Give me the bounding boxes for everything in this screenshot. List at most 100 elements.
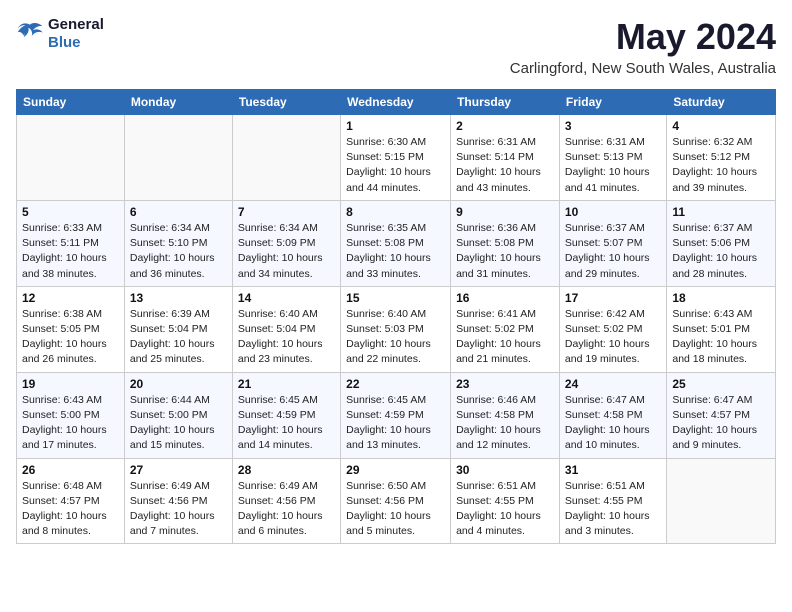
day-info: Sunrise: 6:33 AM Sunset: 5:11 PM Dayligh… xyxy=(22,221,119,282)
page-header: General Blue May 2024 Carlingford, New S… xyxy=(16,16,776,77)
calendar-cell: 22Sunrise: 6:45 AM Sunset: 4:59 PM Dayli… xyxy=(341,372,451,458)
calendar-cell: 25 Sunrise: 6:47 AM Sunset: 4:57 PM Dayli… xyxy=(667,372,776,458)
calendar-cell: 18Sunrise: 6:43 AM Sunset: 5:01 PM Dayli… xyxy=(667,286,776,372)
calendar-cell: 11 Sunrise: 6:37 AM Sunset: 5:06 PM Dayli… xyxy=(667,200,776,286)
logo-icon xyxy=(16,20,44,48)
title-block: May 2024 Carlingford, New South Wales, A… xyxy=(510,16,776,77)
day-info: Sunrise: 6:40 AM Sunset: 5:04 PM Dayligh… xyxy=(238,307,335,368)
calendar-cell: 10Sunrise: 6:37 AM Sunset: 5:07 PM Dayli… xyxy=(559,200,666,286)
calendar-table: SundayMondayTuesdayWednesdayThursdayFrid… xyxy=(16,89,776,544)
day-info: Sunrise: 6:49 AM Sunset: 4:56 PM Dayligh… xyxy=(130,479,227,540)
calendar-cell: 15 Sunrise: 6:40 AM Sunset: 5:03 PM Dayli… xyxy=(341,286,451,372)
day-info: Sunrise: 6:51 AM Sunset: 4:55 PM Dayligh… xyxy=(565,479,661,540)
calendar-header-wednesday: Wednesday xyxy=(341,90,451,115)
calendar-week-row: 5 Sunrise: 6:33 AM Sunset: 5:11 PM Daylig… xyxy=(17,200,776,286)
day-number: 15 xyxy=(346,291,445,305)
day-number: 19 xyxy=(22,377,119,391)
calendar-cell xyxy=(17,115,125,201)
day-info: Sunrise: 6:35 AM Sunset: 5:08 PM Dayligh… xyxy=(346,221,445,282)
day-number: 14 xyxy=(238,291,335,305)
calendar-cell: 16Sunrise: 6:41 AM Sunset: 5:02 PM Dayli… xyxy=(451,286,560,372)
calendar-cell: 28 Sunrise: 6:49 AM Sunset: 4:56 PM Dayli… xyxy=(232,458,340,544)
day-number: 12 xyxy=(22,291,119,305)
main-title: May 2024 xyxy=(510,16,776,58)
day-info: Sunrise: 6:47 AM Sunset: 4:57 PM Dayligh… xyxy=(672,393,770,454)
day-number: 1 xyxy=(346,119,445,133)
day-number: 17 xyxy=(565,291,661,305)
calendar-cell: 8 Sunrise: 6:35 AM Sunset: 5:08 PM Daylig… xyxy=(341,200,451,286)
day-info: Sunrise: 6:44 AM Sunset: 5:00 PM Dayligh… xyxy=(130,393,227,454)
day-info: Sunrise: 6:50 AM Sunset: 4:56 PM Dayligh… xyxy=(346,479,445,540)
day-info: Sunrise: 6:31 AM Sunset: 5:14 PM Dayligh… xyxy=(456,135,554,196)
logo-text: General Blue xyxy=(48,16,104,52)
day-info: Sunrise: 6:48 AM Sunset: 4:57 PM Dayligh… xyxy=(22,479,119,540)
day-number: 4 xyxy=(672,119,770,133)
day-number: 7 xyxy=(238,205,335,219)
day-info: Sunrise: 6:41 AM Sunset: 5:02 PM Dayligh… xyxy=(456,307,554,368)
calendar-cell xyxy=(124,115,232,201)
calendar-cell: 24 Sunrise: 6:47 AM Sunset: 4:58 PM Dayli… xyxy=(559,372,666,458)
day-number: 5 xyxy=(22,205,119,219)
day-number: 6 xyxy=(130,205,227,219)
calendar-cell: 17Sunrise: 6:42 AM Sunset: 5:02 PM Dayli… xyxy=(559,286,666,372)
logo-line1: General xyxy=(48,16,104,34)
day-info: Sunrise: 6:39 AM Sunset: 5:04 PM Dayligh… xyxy=(130,307,227,368)
day-info: Sunrise: 6:40 AM Sunset: 5:03 PM Dayligh… xyxy=(346,307,445,368)
day-info: Sunrise: 6:32 AM Sunset: 5:12 PM Dayligh… xyxy=(672,135,770,196)
calendar-cell: 4 Sunrise: 6:32 AM Sunset: 5:12 PM Daylig… xyxy=(667,115,776,201)
calendar-cell: 30 Sunrise: 6:51 AM Sunset: 4:55 PM Dayli… xyxy=(451,458,560,544)
calendar-cell: 6 Sunrise: 6:34 AM Sunset: 5:10 PM Daylig… xyxy=(124,200,232,286)
calendar-cell: 12 Sunrise: 6:38 AM Sunset: 5:05 PM Dayli… xyxy=(17,286,125,372)
calendar-cell: 9 Sunrise: 6:36 AM Sunset: 5:08 PM Daylig… xyxy=(451,200,560,286)
day-number: 21 xyxy=(238,377,335,391)
calendar-header-friday: Friday xyxy=(559,90,666,115)
day-number: 25 xyxy=(672,377,770,391)
day-number: 24 xyxy=(565,377,661,391)
day-number: 20 xyxy=(130,377,227,391)
day-number: 23 xyxy=(456,377,554,391)
calendar-week-row: 19Sunrise: 6:43 AM Sunset: 5:00 PM Dayli… xyxy=(17,372,776,458)
day-info: Sunrise: 6:47 AM Sunset: 4:58 PM Dayligh… xyxy=(565,393,661,454)
day-number: 8 xyxy=(346,205,445,219)
day-number: 28 xyxy=(238,463,335,477)
calendar-header-row: SundayMondayTuesdayWednesdayThursdayFrid… xyxy=(17,90,776,115)
logo-line2: Blue xyxy=(48,34,104,52)
day-info: Sunrise: 6:36 AM Sunset: 5:08 PM Dayligh… xyxy=(456,221,554,282)
day-info: Sunrise: 6:37 AM Sunset: 5:06 PM Dayligh… xyxy=(672,221,770,282)
day-number: 2 xyxy=(456,119,554,133)
calendar-cell: 1Sunrise: 6:30 AM Sunset: 5:15 PM Daylig… xyxy=(341,115,451,201)
day-number: 9 xyxy=(456,205,554,219)
day-info: Sunrise: 6:49 AM Sunset: 4:56 PM Dayligh… xyxy=(238,479,335,540)
day-number: 30 xyxy=(456,463,554,477)
day-number: 3 xyxy=(565,119,661,133)
subtitle: Carlingford, New South Wales, Australia xyxy=(510,60,776,77)
calendar-cell: 13Sunrise: 6:39 AM Sunset: 5:04 PM Dayli… xyxy=(124,286,232,372)
logo: General Blue xyxy=(16,16,104,52)
day-info: Sunrise: 6:38 AM Sunset: 5:05 PM Dayligh… xyxy=(22,307,119,368)
calendar-cell: 20 Sunrise: 6:44 AM Sunset: 5:00 PM Dayli… xyxy=(124,372,232,458)
calendar-cell: 26 Sunrise: 6:48 AM Sunset: 4:57 PM Dayli… xyxy=(17,458,125,544)
calendar-cell: 23 Sunrise: 6:46 AM Sunset: 4:58 PM Dayli… xyxy=(451,372,560,458)
calendar-cell: 31Sunrise: 6:51 AM Sunset: 4:55 PM Dayli… xyxy=(559,458,666,544)
calendar-header-saturday: Saturday xyxy=(667,90,776,115)
day-info: Sunrise: 6:34 AM Sunset: 5:10 PM Dayligh… xyxy=(130,221,227,282)
calendar-cell: 14 Sunrise: 6:40 AM Sunset: 5:04 PM Dayli… xyxy=(232,286,340,372)
day-info: Sunrise: 6:51 AM Sunset: 4:55 PM Dayligh… xyxy=(456,479,554,540)
day-number: 11 xyxy=(672,205,770,219)
calendar-cell xyxy=(232,115,340,201)
calendar-header-tuesday: Tuesday xyxy=(232,90,340,115)
calendar-week-row: 12 Sunrise: 6:38 AM Sunset: 5:05 PM Dayli… xyxy=(17,286,776,372)
calendar-cell: 27 Sunrise: 6:49 AM Sunset: 4:56 PM Dayli… xyxy=(124,458,232,544)
day-info: Sunrise: 6:37 AM Sunset: 5:07 PM Dayligh… xyxy=(565,221,661,282)
calendar-header-thursday: Thursday xyxy=(451,90,560,115)
calendar-cell xyxy=(667,458,776,544)
day-info: Sunrise: 6:45 AM Sunset: 4:59 PM Dayligh… xyxy=(346,393,445,454)
calendar-cell: 5 Sunrise: 6:33 AM Sunset: 5:11 PM Daylig… xyxy=(17,200,125,286)
day-info: Sunrise: 6:31 AM Sunset: 5:13 PM Dayligh… xyxy=(565,135,661,196)
day-number: 26 xyxy=(22,463,119,477)
day-info: Sunrise: 6:45 AM Sunset: 4:59 PM Dayligh… xyxy=(238,393,335,454)
day-info: Sunrise: 6:46 AM Sunset: 4:58 PM Dayligh… xyxy=(456,393,554,454)
day-number: 27 xyxy=(130,463,227,477)
day-info: Sunrise: 6:43 AM Sunset: 5:01 PM Dayligh… xyxy=(672,307,770,368)
calendar-cell: 19Sunrise: 6:43 AM Sunset: 5:00 PM Dayli… xyxy=(17,372,125,458)
